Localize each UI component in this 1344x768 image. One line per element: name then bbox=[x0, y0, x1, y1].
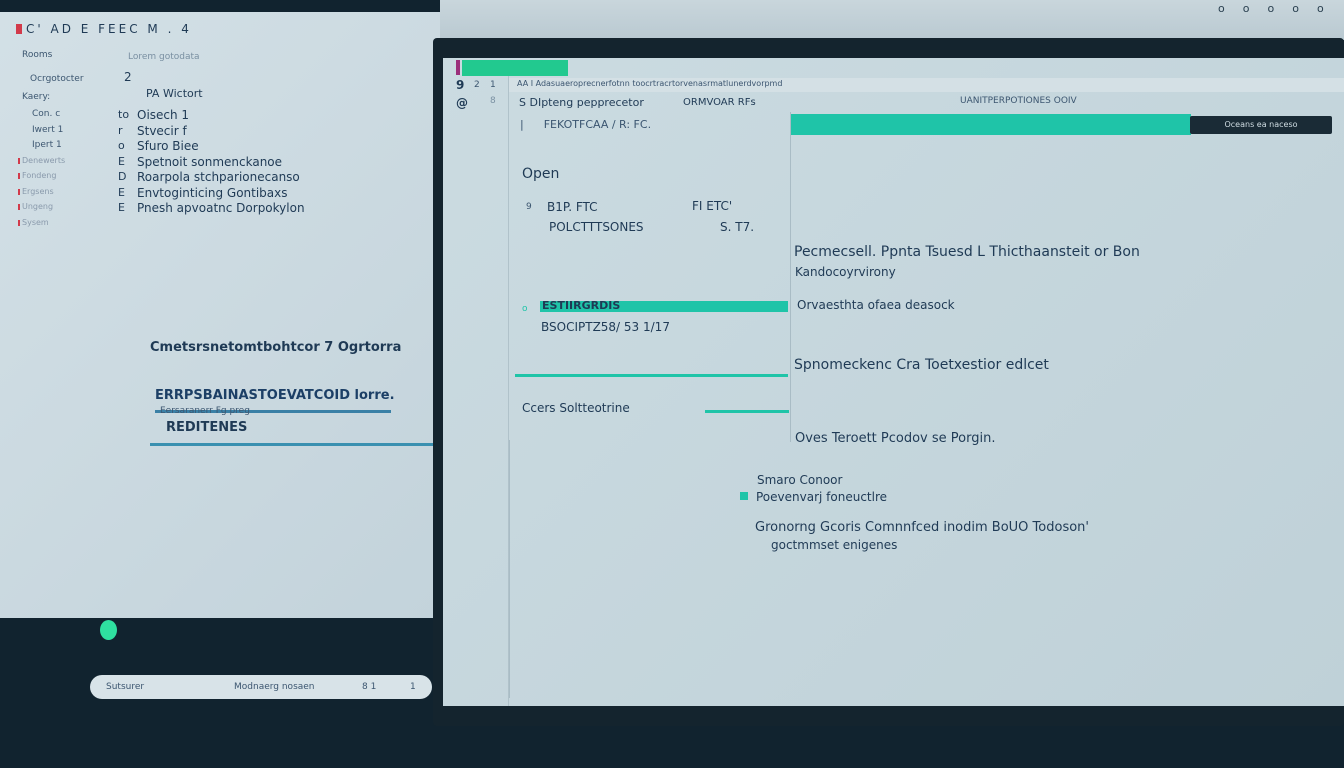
field-label: Ocrgotocter bbox=[30, 74, 84, 84]
item-title[interactable]: Ccers Soltteotrine bbox=[522, 401, 630, 415]
alert-icon bbox=[18, 173, 20, 179]
control-icon[interactable]: o bbox=[1267, 2, 1292, 15]
address-text: AA I Adasuaeroprecnerfotnn toocrtracrtor… bbox=[517, 79, 783, 88]
content-text: Smaro Conoor bbox=[757, 473, 843, 487]
link[interactable]: REDITENES bbox=[166, 420, 247, 435]
control-icon[interactable]: o bbox=[1292, 2, 1317, 15]
left-monitor-screen bbox=[0, 12, 440, 618]
row-marker: E bbox=[118, 185, 125, 199]
alert-icon bbox=[18, 219, 20, 226]
link[interactable]: ERRPSBAINASTOEVATCOID lorre. bbox=[155, 388, 395, 403]
sidebar-icon[interactable]: 1 bbox=[490, 80, 496, 90]
alert-icon bbox=[18, 157, 20, 164]
bottom-bar-label: Modnaerg nosaen bbox=[234, 682, 315, 692]
header-tab[interactable]: ORMVOAR RFs bbox=[683, 97, 756, 108]
control-icon[interactable]: o bbox=[1218, 2, 1243, 15]
row-label: Fondeng bbox=[22, 171, 57, 180]
selected-item-title[interactable]: ESTIIRGRDIS bbox=[542, 299, 620, 312]
row-label: Sysem bbox=[22, 217, 49, 227]
bottom-bar-count: 8 1 bbox=[362, 682, 377, 692]
list-item[interactable]: Roarpola stchparionecanso bbox=[137, 170, 300, 184]
list-item[interactable]: Stvecir f bbox=[137, 124, 187, 138]
item-icon: o bbox=[522, 304, 528, 314]
list-item[interactable]: Envtoginticing Gontibaxs bbox=[137, 186, 288, 200]
alert-icon bbox=[18, 204, 20, 210]
content-text: Poevenvarj foneuctlre bbox=[756, 490, 888, 504]
tab-marker bbox=[456, 60, 460, 75]
row-label: Denewerts bbox=[22, 155, 66, 165]
item-subtitle: BSOCIPTZ58/ 53 1/17 bbox=[541, 320, 670, 334]
row-label: Con. c bbox=[32, 109, 61, 119]
icon-sidebar bbox=[443, 76, 509, 706]
record-icon bbox=[16, 24, 22, 34]
list-item[interactable]: Pnesh apvoatnc Dorpokylon bbox=[137, 201, 305, 215]
content-heading: Oves Teroett Pcodov se Porgin. bbox=[795, 431, 996, 446]
bottom-bar-label: Sutsurer bbox=[106, 682, 145, 692]
field-label: Kaery: bbox=[22, 92, 51, 102]
content-text: Orvaesthta ofaea deasock bbox=[797, 298, 955, 312]
divider bbox=[705, 410, 789, 413]
action-button[interactable]: Oceans ea naceso bbox=[1190, 116, 1332, 134]
pane-border bbox=[509, 440, 510, 698]
subtitle: Rooms bbox=[22, 50, 53, 60]
background-window bbox=[440, 0, 1344, 40]
bottom-bar-icon[interactable]: 1 bbox=[410, 682, 416, 692]
right-monitor-screen bbox=[443, 58, 1344, 706]
breadcrumb: | FEKOTFCAA / R: FC. bbox=[520, 118, 652, 131]
subtitle: Lorem gotodata bbox=[128, 52, 200, 62]
row-marker: r bbox=[118, 123, 123, 137]
row-marker: D bbox=[118, 170, 127, 183]
item-value: S. T7. bbox=[720, 220, 755, 234]
status-indicator bbox=[100, 620, 117, 640]
content-heading: Pecmecsell. Ppnta Tsuesd L Thicthaanstei… bbox=[794, 244, 1140, 260]
alert-icon bbox=[18, 188, 20, 195]
row-label: Ungeng bbox=[22, 202, 54, 211]
row-label: Ergsens bbox=[22, 186, 54, 196]
field-value: PA Wictort bbox=[146, 87, 203, 100]
list-item[interactable]: Oisech 1 bbox=[137, 108, 189, 122]
row-marker: o bbox=[118, 139, 125, 152]
sidebar-icon[interactable]: 9 bbox=[456, 78, 464, 92]
header-title: S DIpteng pepprecetor bbox=[519, 96, 644, 109]
progress-bar bbox=[791, 114, 1191, 135]
sidebar-icon[interactable]: 8 bbox=[490, 96, 496, 106]
left-toolbar[interactable]: C' AD E FEEC M . 4 bbox=[26, 22, 192, 36]
divider bbox=[515, 374, 788, 377]
underline bbox=[150, 443, 436, 446]
left-heading: Cmetsrsnetomtbohtcor 7 Ogrtorra bbox=[150, 340, 402, 355]
content-text: Kandocoyrvirony bbox=[795, 265, 896, 279]
list-item[interactable]: Sfuro Biee bbox=[137, 139, 199, 153]
control-icon[interactable]: o bbox=[1317, 2, 1342, 15]
sidebar-icon[interactable]: 2 bbox=[474, 80, 480, 90]
field-value: 2 bbox=[124, 70, 132, 84]
content-text: Gronorng Gcoris Comnnfced inodim BoUO To… bbox=[755, 520, 1089, 535]
content-text: goctmmset enigenes bbox=[771, 538, 898, 552]
header-right: UANITPERPOTIONES OOIV bbox=[960, 96, 1077, 106]
active-tab[interactable] bbox=[462, 60, 568, 76]
item-subtitle: POLCTTTSONES bbox=[549, 220, 644, 234]
row-label: Iwert 1 bbox=[32, 124, 64, 135]
window-controls[interactable]: ooooo bbox=[1218, 2, 1342, 15]
checkbox-icon[interactable] bbox=[740, 492, 748, 500]
row-marker: to bbox=[118, 108, 130, 121]
item-title[interactable]: B1P. FTC bbox=[547, 200, 598, 214]
content-heading: Spnomeckenc Cra Toetxestior edlcet bbox=[794, 357, 1049, 373]
control-icon[interactable]: o bbox=[1243, 2, 1268, 15]
list-item[interactable]: Spetnoit sonmenckanoe bbox=[137, 155, 282, 169]
link-subtitle: Eersaranerr Fg preg bbox=[160, 406, 250, 416]
row-marker: E bbox=[118, 201, 125, 214]
breadcrumb-text: FEKOTFCAA / R: FC. bbox=[543, 118, 652, 131]
row-marker: E bbox=[118, 154, 125, 168]
section-title: Open bbox=[522, 166, 560, 182]
row-label: Ipert 1 bbox=[32, 140, 62, 150]
pane-divider[interactable] bbox=[790, 112, 791, 442]
item-icon: 9 bbox=[526, 202, 532, 212]
sidebar-icon[interactable]: @ bbox=[456, 96, 468, 110]
item-meta: FI ETC' bbox=[692, 199, 733, 213]
